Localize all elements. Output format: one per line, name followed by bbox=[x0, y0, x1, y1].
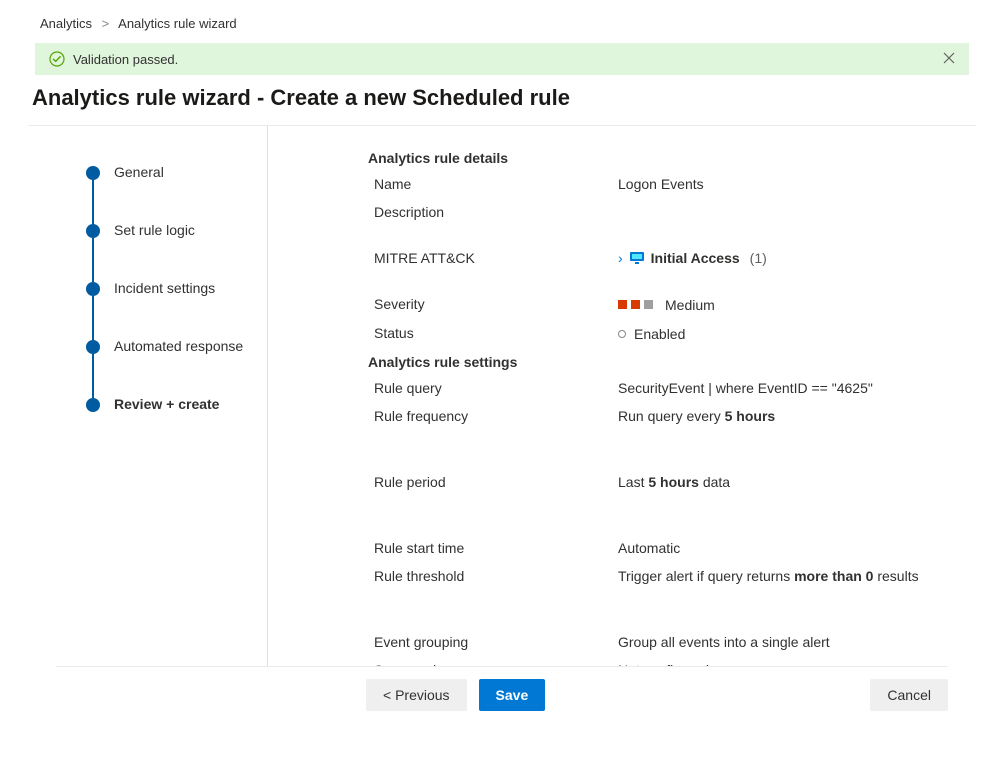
row-name: Name Logon Events bbox=[368, 176, 966, 192]
page-title: Analytics rule wizard - Create a new Sch… bbox=[32, 85, 1004, 111]
label-suppression: Suppression bbox=[368, 662, 618, 667]
label-status: Status bbox=[368, 325, 618, 341]
row-grouping: Event grouping Group all events into a s… bbox=[368, 634, 966, 650]
step-automated-response[interactable]: Automated response bbox=[86, 340, 267, 398]
step-dot-icon bbox=[86, 282, 100, 296]
step-label: Incident settings bbox=[114, 280, 215, 296]
step-dot-icon bbox=[86, 340, 100, 354]
label-threshold: Rule threshold bbox=[368, 568, 618, 584]
row-description: Description bbox=[368, 204, 966, 220]
text: Trigger alert if query returns bbox=[618, 568, 794, 584]
severity-indicator: Medium bbox=[618, 297, 715, 313]
value-suppression: Not configured bbox=[618, 662, 966, 667]
value-start: Automatic bbox=[618, 540, 966, 556]
label-frequency: Rule frequency bbox=[368, 408, 618, 424]
value-query: SecurityEvent | where EventID == "4625" bbox=[618, 380, 966, 396]
value-grouping: Group all events into a single alert bbox=[618, 634, 966, 650]
label-query: Rule query bbox=[368, 380, 618, 396]
text-bold: more than 0 bbox=[794, 568, 873, 584]
label-severity: Severity bbox=[368, 296, 618, 312]
chevron-right-icon: › bbox=[618, 250, 623, 266]
severity-bar-icon bbox=[644, 300, 653, 309]
mitre-tactic[interactable]: › Initial Access (1) bbox=[618, 250, 767, 266]
text-bold: 5 hours bbox=[725, 408, 776, 424]
step-set-rule-logic[interactable]: Set rule logic bbox=[86, 224, 267, 282]
row-period: Rule period Last 5 hours data bbox=[368, 474, 966, 490]
close-icon[interactable] bbox=[943, 52, 955, 67]
validation-message: Validation passed. bbox=[73, 52, 178, 67]
breadcrumb: Analytics > Analytics rule wizard bbox=[0, 0, 1004, 43]
row-mitre: MITRE ATT&CK › Initial Access (1) bbox=[368, 250, 966, 266]
circle-icon bbox=[618, 330, 626, 338]
value-period: Last 5 hours data bbox=[618, 474, 966, 490]
footer: < Previous Save Cancel bbox=[56, 666, 948, 723]
validation-banner: Validation passed. bbox=[35, 43, 969, 75]
previous-button[interactable]: < Previous bbox=[366, 679, 467, 711]
text: Last bbox=[618, 474, 648, 490]
label-period: Rule period bbox=[368, 474, 618, 490]
mitre-tactic-name: Initial Access bbox=[651, 250, 740, 266]
severity-bar-icon bbox=[631, 300, 640, 309]
breadcrumb-current: Analytics rule wizard bbox=[118, 16, 237, 31]
step-review-create[interactable]: Review + create bbox=[86, 398, 267, 412]
label-description: Description bbox=[368, 204, 618, 220]
label-mitre: MITRE ATT&CK bbox=[368, 250, 618, 266]
row-threshold: Rule threshold Trigger alert if query re… bbox=[368, 568, 966, 584]
breadcrumb-root[interactable]: Analytics bbox=[40, 16, 92, 31]
check-circle-icon bbox=[49, 51, 65, 67]
details-pane[interactable]: Analytics rule details Name Logon Events… bbox=[268, 126, 976, 666]
label-grouping: Event grouping bbox=[368, 634, 618, 650]
wizard-steps: General Set rule logic Incident settings… bbox=[28, 126, 268, 666]
breadcrumb-chevron-icon: > bbox=[102, 16, 110, 31]
severity-bar-icon bbox=[618, 300, 627, 309]
row-suppression: Suppression Not configured bbox=[368, 662, 966, 667]
row-start: Rule start time Automatic bbox=[368, 540, 966, 556]
step-label: Set rule logic bbox=[114, 222, 195, 238]
text: results bbox=[873, 568, 918, 584]
section-rule-details: Analytics rule details bbox=[368, 150, 966, 166]
severity-text: Medium bbox=[665, 297, 715, 313]
step-dot-icon bbox=[86, 224, 100, 238]
step-label: Review + create bbox=[114, 396, 219, 412]
label-name: Name bbox=[368, 176, 618, 192]
step-dot-icon bbox=[86, 166, 100, 180]
row-severity: Severity Medium bbox=[368, 296, 966, 313]
status-value: Enabled bbox=[618, 326, 685, 342]
save-button[interactable]: Save bbox=[479, 679, 546, 711]
value-threshold: Trigger alert if query returns more than… bbox=[618, 568, 966, 584]
value-name: Logon Events bbox=[618, 176, 966, 192]
row-status: Status Enabled bbox=[368, 325, 966, 342]
step-label: General bbox=[114, 164, 164, 180]
row-frequency: Rule frequency Run query every 5 hours bbox=[368, 408, 966, 424]
step-label: Automated response bbox=[114, 338, 243, 354]
monitor-icon bbox=[629, 251, 645, 265]
text: data bbox=[699, 474, 730, 490]
text-bold: 5 hours bbox=[648, 474, 699, 490]
step-incident-settings[interactable]: Incident settings bbox=[86, 282, 267, 340]
cancel-button[interactable]: Cancel bbox=[870, 679, 948, 711]
label-start: Rule start time bbox=[368, 540, 618, 556]
mitre-count: (1) bbox=[750, 250, 767, 266]
status-text: Enabled bbox=[634, 326, 685, 342]
value-frequency: Run query every 5 hours bbox=[618, 408, 966, 424]
section-rule-settings: Analytics rule settings bbox=[368, 354, 966, 370]
text: Run query every bbox=[618, 408, 725, 424]
step-general[interactable]: General bbox=[86, 166, 267, 224]
step-dot-icon bbox=[86, 398, 100, 412]
row-query: Rule query SecurityEvent | where EventID… bbox=[368, 380, 966, 396]
